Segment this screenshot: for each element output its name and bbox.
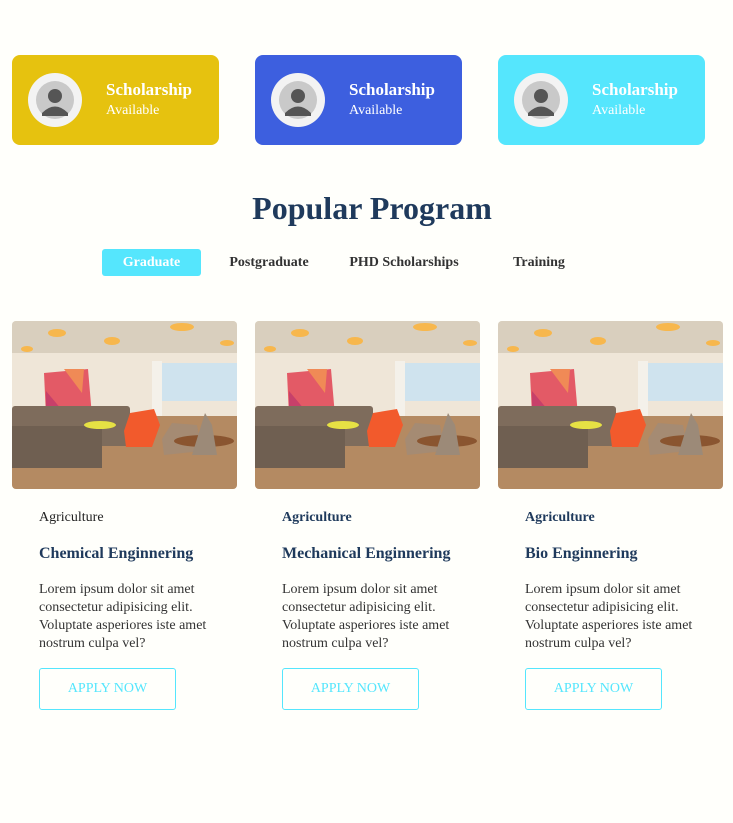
scholarship-card[interactable]: Scholarship Available [12, 55, 219, 145]
tab-phd-scholarships[interactable]: PHD Scholarships [339, 249, 469, 276]
apply-now-button[interactable]: APPLY NOW [282, 668, 419, 710]
scholarship-subtitle: Available [349, 103, 403, 118]
tab-postgraduate[interactable]: Postgraduate [219, 249, 319, 276]
program-category: Agriculture [525, 510, 595, 525]
program-description: Lorem ipsum dolor sit amet consectetur a… [525, 582, 693, 651]
scholarship-subtitle: Available [592, 103, 646, 118]
program-card: Agriculture Bio Enginnering Lorem ipsum … [498, 321, 723, 710]
program-card: Agriculture Chemical Enginnering Lorem i… [12, 321, 237, 710]
apply-now-button[interactable]: APPLY NOW [39, 668, 176, 710]
section-title: Popular Program [252, 190, 492, 226]
apply-now-button[interactable]: APPLY NOW [525, 668, 662, 710]
scholarship-subtitle: Available [106, 103, 160, 118]
program-category: Agriculture [39, 510, 104, 525]
program-title: Chemical Enginnering [39, 545, 194, 562]
program-image [12, 321, 237, 489]
tab-graduate[interactable]: Graduate [102, 249, 201, 276]
scholarship-card[interactable]: Scholarship Available [255, 55, 462, 145]
program-tabs: Graduate Postgraduate PHD Scholarships T… [0, 249, 733, 276]
scholarship-cards: Scholarship Available Scholarship Availa… [12, 55, 705, 145]
program-list: Agriculture Chemical Enginnering Lorem i… [12, 321, 723, 710]
user-avatar-icon [514, 73, 568, 127]
program-description: Lorem ipsum dolor sit amet consectetur a… [39, 582, 207, 651]
scholarship-title: Scholarship [349, 80, 435, 99]
program-category: Agriculture [282, 510, 352, 525]
scholarship-title: Scholarship [592, 80, 678, 99]
user-avatar-icon [28, 73, 82, 127]
program-description: Lorem ipsum dolor sit amet consectetur a… [282, 582, 450, 651]
tab-training[interactable]: Training [496, 249, 582, 276]
user-avatar-icon [271, 73, 325, 127]
scholarship-card[interactable]: Scholarship Available [498, 55, 705, 145]
program-title: Mechanical Enginnering [282, 545, 451, 562]
program-card: Agriculture Mechanical Enginnering Lorem… [255, 321, 480, 710]
program-image [498, 321, 723, 489]
program-title: Bio Enginnering [525, 545, 638, 562]
scholarship-title: Scholarship [106, 80, 192, 99]
program-image [255, 321, 480, 489]
